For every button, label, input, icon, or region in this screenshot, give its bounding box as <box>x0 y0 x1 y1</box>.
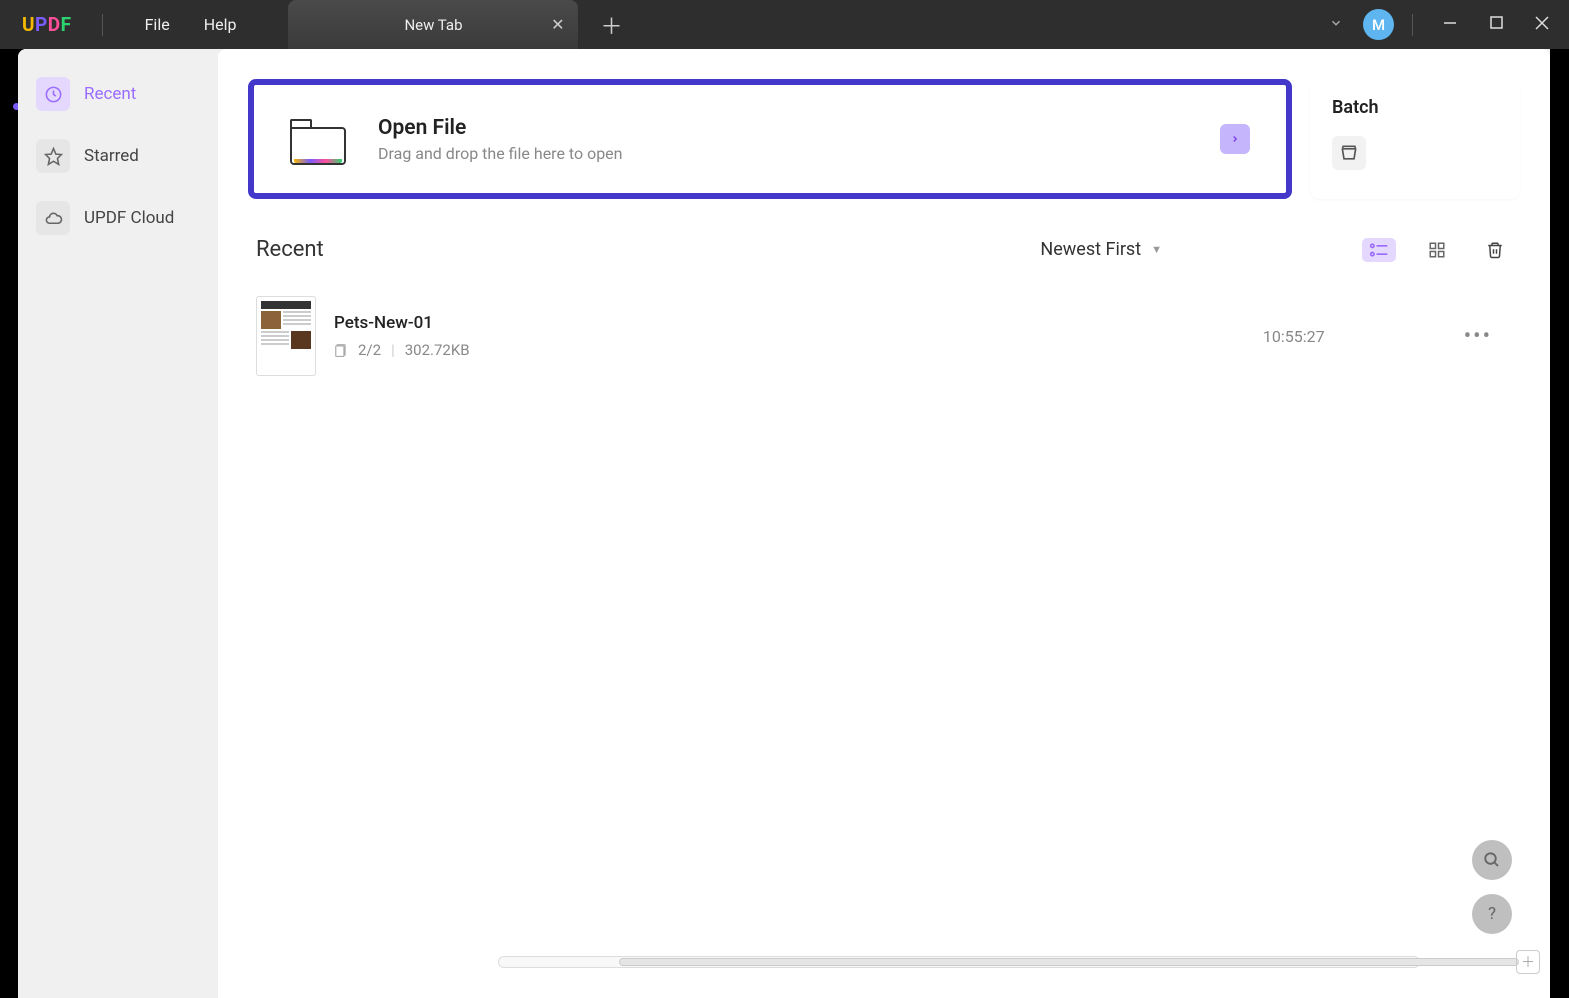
file-time: 10:55:27 <box>1144 327 1444 346</box>
batch-title: Batch <box>1332 97 1498 118</box>
horizontal-scrollbar[interactable] <box>498 956 1420 968</box>
sidebar-item-recent[interactable]: Recent <box>32 77 204 111</box>
close-icon[interactable]: ✕ <box>551 15 564 34</box>
file-size: 302.72KB <box>405 341 470 359</box>
menu-file[interactable]: File <box>145 15 170 34</box>
maximize-button[interactable] <box>1487 16 1505 34</box>
main-content: Open File Drag and drop the file here to… <box>218 49 1550 998</box>
sidebar-item-label: Recent <box>84 84 136 104</box>
file-pages: 2/2 <box>358 341 381 359</box>
view-list-button[interactable] <box>1362 238 1396 262</box>
chevron-down-icon[interactable] <box>1319 16 1353 34</box>
divider: | <box>391 341 395 359</box>
scrollbar-thumb[interactable] <box>619 958 1519 966</box>
folder-icon <box>290 113 350 165</box>
sidebar-item-cloud[interactable]: UPDF Cloud <box>32 201 204 235</box>
sort-label: Newest First <box>1040 239 1141 260</box>
page-icon <box>334 342 348 358</box>
tab-title: New Tab <box>404 16 462 34</box>
add-button[interactable]: ＋ <box>1516 950 1540 974</box>
sidebar-item-label: Starred <box>84 146 139 166</box>
sort-dropdown[interactable]: Newest First ▼ <box>1040 239 1162 260</box>
menu-bar: File Help <box>111 15 271 34</box>
open-file-card[interactable]: Open File Drag and drop the file here to… <box>248 79 1292 199</box>
chevron-right-icon <box>1220 124 1250 154</box>
help-fab[interactable]: ? <box>1472 894 1512 934</box>
cloud-icon <box>36 201 70 235</box>
minimize-button[interactable] <box>1441 16 1459 34</box>
clock-icon <box>36 77 70 111</box>
titlebar: UPDF File Help New Tab ✕ ＋ M <box>0 0 1569 49</box>
search-fab[interactable] <box>1472 840 1512 880</box>
file-thumbnail <box>256 296 316 376</box>
add-tab-button[interactable]: ＋ <box>600 9 622 41</box>
more-options-button[interactable]: ••• <box>1444 324 1512 349</box>
menu-help[interactable]: Help <box>204 15 237 34</box>
batch-card: Batch <box>1310 79 1520 199</box>
sidebar: Recent Starred UPDF Cloud <box>18 49 218 998</box>
divider <box>1412 14 1413 36</box>
open-file-subtitle: Drag and drop the file here to open <box>378 144 623 163</box>
delete-button[interactable] <box>1478 238 1512 262</box>
triangle-down-icon: ▼ <box>1151 243 1162 256</box>
divider <box>102 14 103 36</box>
open-file-title: Open File <box>378 116 623 140</box>
file-name: Pets-New-01 <box>334 313 1144 333</box>
file-row[interactable]: Pets-New-01 2/2 | 302.72KB 10:55:27 ••• <box>248 286 1520 386</box>
sidebar-item-label: UPDF Cloud <box>84 208 174 228</box>
sidebar-item-starred[interactable]: Starred <box>32 139 204 173</box>
star-icon <box>36 139 70 173</box>
close-window-button[interactable] <box>1533 16 1551 34</box>
app-logo: UPDF <box>0 13 94 36</box>
batch-scanner-button[interactable] <box>1332 136 1366 170</box>
user-avatar[interactable]: M <box>1363 9 1394 40</box>
tab-new[interactable]: New Tab ✕ <box>288 0 578 49</box>
view-grid-button[interactable] <box>1420 238 1454 262</box>
recent-heading: Recent <box>256 237 324 262</box>
